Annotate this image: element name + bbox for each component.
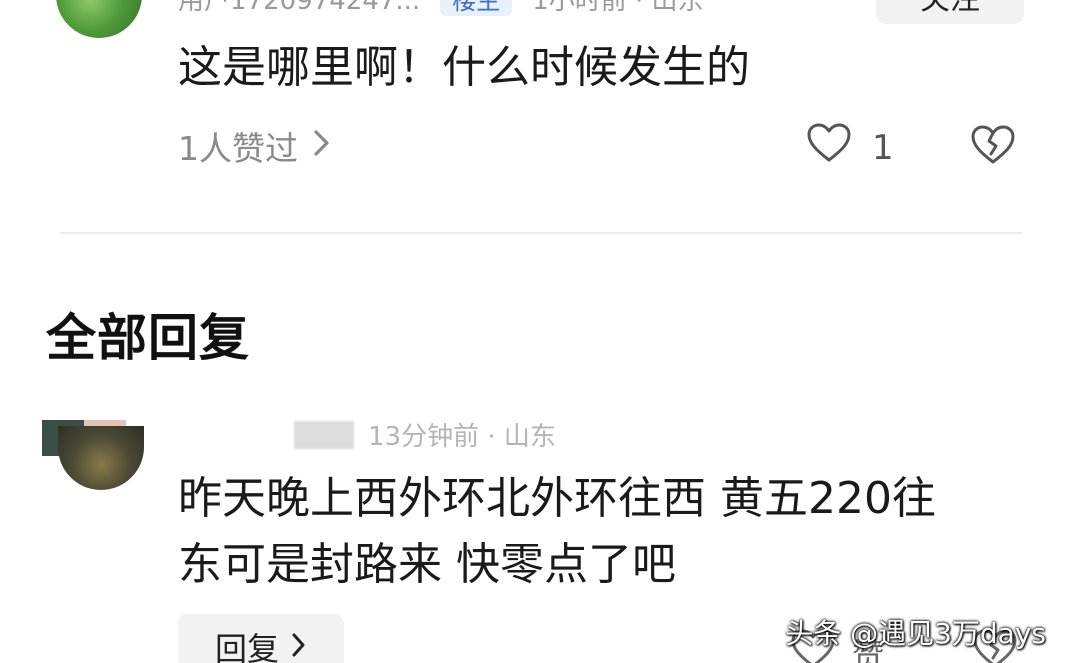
section-title: 全部回复	[46, 309, 250, 367]
likes-link-label: 1人赞过	[178, 129, 298, 168]
comment-text: 这是哪里啊！什么时候发生的	[178, 42, 750, 93]
dislike-button[interactable]	[970, 124, 1016, 170]
like-button[interactable]: 1	[806, 122, 894, 173]
reply-button-label: 回复	[214, 630, 279, 663]
like-count: 1	[872, 127, 894, 168]
reply-text: 昨天晚上西外环北外环往西 黄五220往 东可是封路来 快零点了吧	[178, 466, 1038, 598]
comment-author[interactable]: 用户1720974247...	[178, 0, 420, 17]
comment-time-location: 1小时前 · 山东	[532, 0, 704, 16]
broken-heart-icon	[970, 125, 1016, 170]
reply-avatar[interactable]	[42, 420, 144, 492]
watermark: 头条 @遇见3万days	[785, 617, 1046, 650]
avatar[interactable]	[56, 0, 142, 38]
broken-heart-icon	[972, 629, 1018, 663]
heart-outline-icon	[806, 122, 852, 173]
chevron-right-icon	[291, 628, 307, 663]
follow-button[interactable]: 关注	[876, 0, 1024, 24]
avatar	[58, 426, 144, 490]
reply-text-line: 昨天晚上西外环北外环往西 黄五220往	[178, 473, 936, 524]
chevron-right-icon	[312, 127, 332, 166]
likes-list-link[interactable]: 1人赞过	[178, 122, 332, 170]
redacted-username	[294, 420, 354, 449]
comment-meta: 用户1720974247... 楼主 1小时前 · 山东	[178, 0, 704, 16]
divider	[60, 232, 1022, 234]
reply-text-line: 东可是封路来 快零点了吧	[178, 539, 676, 590]
reply-meta: 13分钟前 · 山东	[294, 416, 556, 453]
reply-button[interactable]: 回复	[178, 614, 344, 663]
author-badge: 楼主	[440, 0, 513, 16]
reply-time-location: 13分钟前 · 山东	[368, 422, 556, 452]
